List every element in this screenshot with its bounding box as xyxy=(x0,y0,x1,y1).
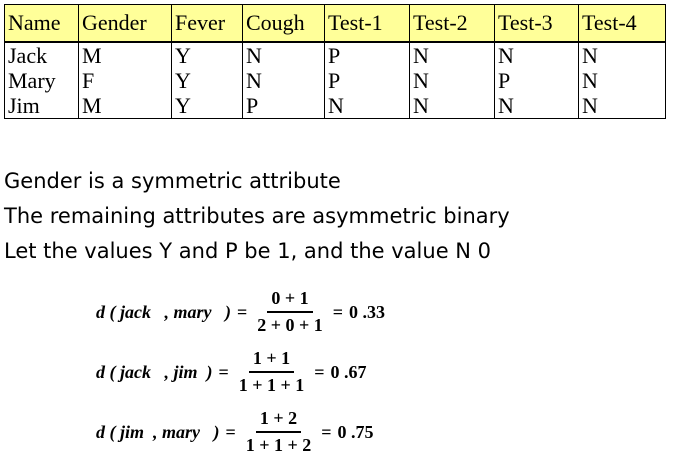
formula-result: 0 .75 xyxy=(337,421,374,442)
table-cell: N xyxy=(578,42,666,68)
table-cell: N xyxy=(494,93,579,119)
formula-lhs: d ( jim , mary ) xyxy=(96,421,220,442)
table-cell: N xyxy=(494,42,579,68)
column-header: Cough xyxy=(242,4,325,43)
table-cell: Jack xyxy=(4,42,79,68)
distance-formula: d ( jack , jim ) = 1 + 1 1 + 1 + 1 = 0 .… xyxy=(96,342,385,402)
table-row: Jack M Y N P N N N xyxy=(4,42,666,68)
formula-lhs: d ( jack , mary ) xyxy=(96,301,231,322)
table-cell: P xyxy=(324,68,410,93)
note-line: Gender is a symmetric attribute xyxy=(4,169,341,193)
column-header: Test-4 xyxy=(578,4,666,43)
equals-sign: = xyxy=(236,301,248,322)
table-cell: F xyxy=(78,68,172,93)
fraction-numerator: 0 + 1 xyxy=(267,288,313,313)
table-cell: Mary xyxy=(4,68,79,93)
table-cell: M xyxy=(78,93,172,119)
fraction-numerator: 1 + 2 xyxy=(255,408,302,433)
fraction-denominator: 2 + 0 + 1 xyxy=(257,315,323,335)
formula-result: 0 .33 xyxy=(349,301,386,322)
table-cell: Y xyxy=(171,68,243,93)
fraction-numerator: 1 + 1 xyxy=(248,348,295,373)
equals-sign: = xyxy=(218,361,229,382)
column-header: Test-1 xyxy=(324,4,410,43)
formula-result: 0 .67 xyxy=(330,361,367,382)
table-cell: P xyxy=(242,93,325,119)
column-header: Name xyxy=(4,4,79,43)
distance-formulas: d ( jack , mary ) = 0 + 1 2 + 0 + 1 = 0 … xyxy=(96,282,385,462)
table-cell: N xyxy=(578,68,666,93)
note-line: Let the values Y and P be 1, and the val… xyxy=(4,239,492,263)
distance-formula: d ( jack , mary ) = 0 + 1 2 + 0 + 1 = 0 … xyxy=(96,282,385,342)
distance-formula: d ( jim , mary ) = 1 + 2 1 + 1 + 2 = 0 .… xyxy=(96,402,385,462)
equals-sign: = xyxy=(314,361,325,382)
table-row: Jim M Y P N N N N xyxy=(4,93,666,119)
fraction-denominator: 1 + 1 + 1 xyxy=(238,375,305,395)
note-line: The remaining attributes are asymmetric … xyxy=(4,204,510,228)
table-cell: P xyxy=(494,68,579,93)
equals-sign: = xyxy=(321,421,332,442)
formula-lhs: d ( jack , jim ) xyxy=(96,361,213,382)
table-cell: N xyxy=(242,42,325,68)
equals-sign: = xyxy=(225,421,236,442)
table-cell: N xyxy=(324,93,410,119)
fraction: 0 + 1 2 + 0 + 1 xyxy=(253,288,327,336)
table-cell: Jim xyxy=(4,93,79,119)
fraction: 1 + 1 1 + 1 + 1 xyxy=(235,348,309,396)
table-cell: Y xyxy=(171,42,243,68)
table-cell: P xyxy=(324,42,410,68)
table-header-row: Name Gender Fever Cough Test-1 Test-2 Te… xyxy=(4,4,666,43)
table-row: Mary F Y N P N P N xyxy=(4,68,666,93)
column-header: Gender xyxy=(78,4,172,43)
table-cell: N xyxy=(242,68,325,93)
column-header: Test-3 xyxy=(494,4,579,43)
explanation-notes: Gender is a symmetric attribute The rema… xyxy=(4,164,510,269)
patient-table: Name Gender Fever Cough Test-1 Test-2 Te… xyxy=(4,4,666,119)
table-cell: N xyxy=(409,93,495,119)
table-cell: Y xyxy=(171,93,243,119)
table-cell: N xyxy=(409,68,495,93)
table-cell: M xyxy=(78,42,172,68)
column-header: Fever xyxy=(171,4,243,43)
table-cell: N xyxy=(578,93,666,119)
fraction: 1 + 2 1 + 1 + 2 xyxy=(242,408,316,456)
fraction-denominator: 1 + 1 + 2 xyxy=(245,435,312,455)
table-cell: N xyxy=(409,42,495,68)
column-header: Test-2 xyxy=(409,4,495,43)
equals-sign: = xyxy=(332,301,344,322)
